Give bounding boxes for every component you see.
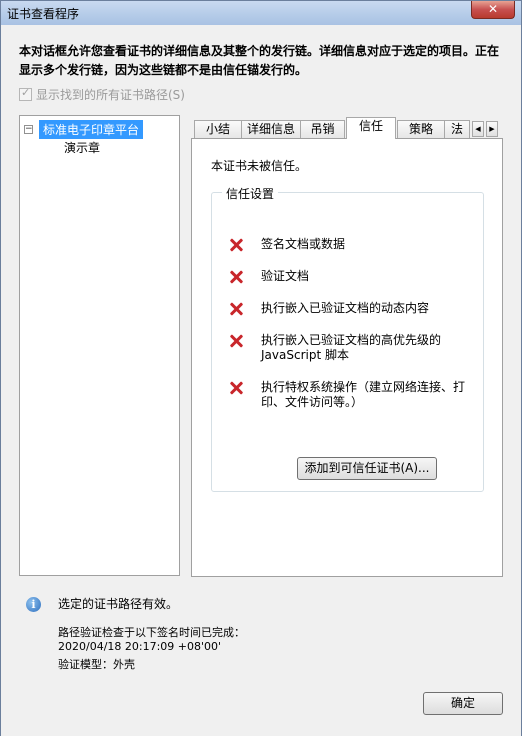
trust-settings-title: 信任设置: [222, 185, 279, 202]
collapse-icon[interactable]: −: [24, 124, 33, 134]
tree-item-child-label[interactable]: 演示章: [64, 139, 100, 156]
tree-item-root-label[interactable]: 标准电子印章平台: [39, 119, 144, 139]
trust-settings-group: 信任设置 签名文档或数据 验证文档 执行嵌入已验证文档的动态内容 执行嵌入已验证…: [211, 185, 484, 492]
trust-item-label: 执行嵌入已验证文档的动态内容: [261, 301, 430, 315]
trust-item: 执行嵌入已验证文档的高优先级的JavaScript 脚本: [229, 333, 471, 363]
not-trusted-x-icon: [229, 381, 243, 395]
tab-strip: 小结 详细信息 吊销 信任 策略 法 ◀ ▶: [191, 117, 503, 139]
tab-trust[interactable]: 信任: [346, 117, 396, 139]
show-all-paths-label: 显示找到的所有证书路径(S): [36, 88, 185, 102]
tab-details[interactable]: 详细信息: [241, 120, 301, 139]
show-all-paths-option: 显示找到的所有证书路径(S): [19, 86, 185, 103]
trust-item: 验证文档: [229, 269, 471, 284]
close-button[interactable]: ✕: [471, 1, 515, 19]
trust-item-label: 签名文档或数据: [261, 237, 346, 251]
show-all-paths-checkbox[interactable]: [19, 86, 32, 101]
trust-status-text: 本证书未被信任。: [211, 159, 308, 173]
title-bar[interactable]: 证书查看程序 ✕: [1, 1, 521, 25]
dialog-body: 本对话框允许您查看证书的详细信息及其整个的发行链。详细信息对应于选定的项目。正在…: [1, 25, 521, 736]
not-trusted-x-icon: [229, 334, 243, 348]
trust-item-label: 执行嵌入已验证文档的高优先级的JavaScript 脚本: [261, 333, 442, 362]
tab-scroll-left-icon[interactable]: ◀: [472, 121, 484, 137]
trust-tab-panel: 本证书未被信任。 信任设置 签名文档或数据 验证文档 执行嵌入已验证文档的动态内…: [191, 138, 503, 577]
certificate-path-tree[interactable]: − 标准电子印章平台 演示章: [19, 115, 180, 576]
tab-legal[interactable]: 法: [444, 120, 470, 139]
validation-model: 验证模型：外壳: [58, 658, 135, 671]
validation-detail-line: 路径验证检查于以下签名时间已完成：: [58, 626, 245, 639]
certificate-viewer-window: 证书查看程序 ✕ 本对话框允许您查看证书的详细信息及其整个的发行链。详细信息对应…: [0, 0, 522, 736]
tab-policy[interactable]: 策略: [397, 120, 445, 139]
tab-summary[interactable]: 小结: [194, 120, 242, 139]
trust-item: 签名文档或数据: [229, 237, 471, 252]
trust-item-label: 验证文档: [261, 269, 310, 283]
tab-revocation[interactable]: 吊销: [300, 120, 345, 139]
not-trusted-x-icon: [229, 302, 243, 316]
tree-item-child[interactable]: 演示章: [64, 138, 100, 156]
not-trusted-x-icon: [229, 238, 243, 252]
trust-item: 执行特权系统操作（建立网络连接、打印、文件访问等。）: [229, 380, 471, 410]
tree-item-root[interactable]: − 标准电子印章平台: [24, 119, 144, 139]
add-to-trusted-button[interactable]: 添加到可信任证书(A)...: [297, 457, 437, 480]
intro-text: 本对话框允许您查看证书的详细信息及其整个的发行链。详细信息对应于选定的项目。正在…: [19, 44, 500, 77]
trust-item-label: 执行特权系统操作（建立网络连接、打印、文件访问等。）: [261, 380, 466, 409]
trust-item: 执行嵌入已验证文档的动态内容: [229, 301, 471, 316]
ok-button[interactable]: 确定: [423, 692, 503, 715]
tab-scroll-right-icon[interactable]: ▶: [486, 121, 498, 137]
window-title: 证书查看程序: [7, 7, 80, 21]
info-icon: i: [26, 597, 41, 612]
not-trusted-x-icon: [229, 270, 243, 284]
details-tabs: 小结 详细信息 吊销 信任 策略 法 ◀ ▶ 本证书未被信任。 信任设置 签名文…: [191, 117, 503, 577]
validation-time: 2020/04/18 20:17:09 +08'00': [58, 640, 222, 653]
path-status-text: 选定的证书路径有效。: [58, 597, 179, 611]
